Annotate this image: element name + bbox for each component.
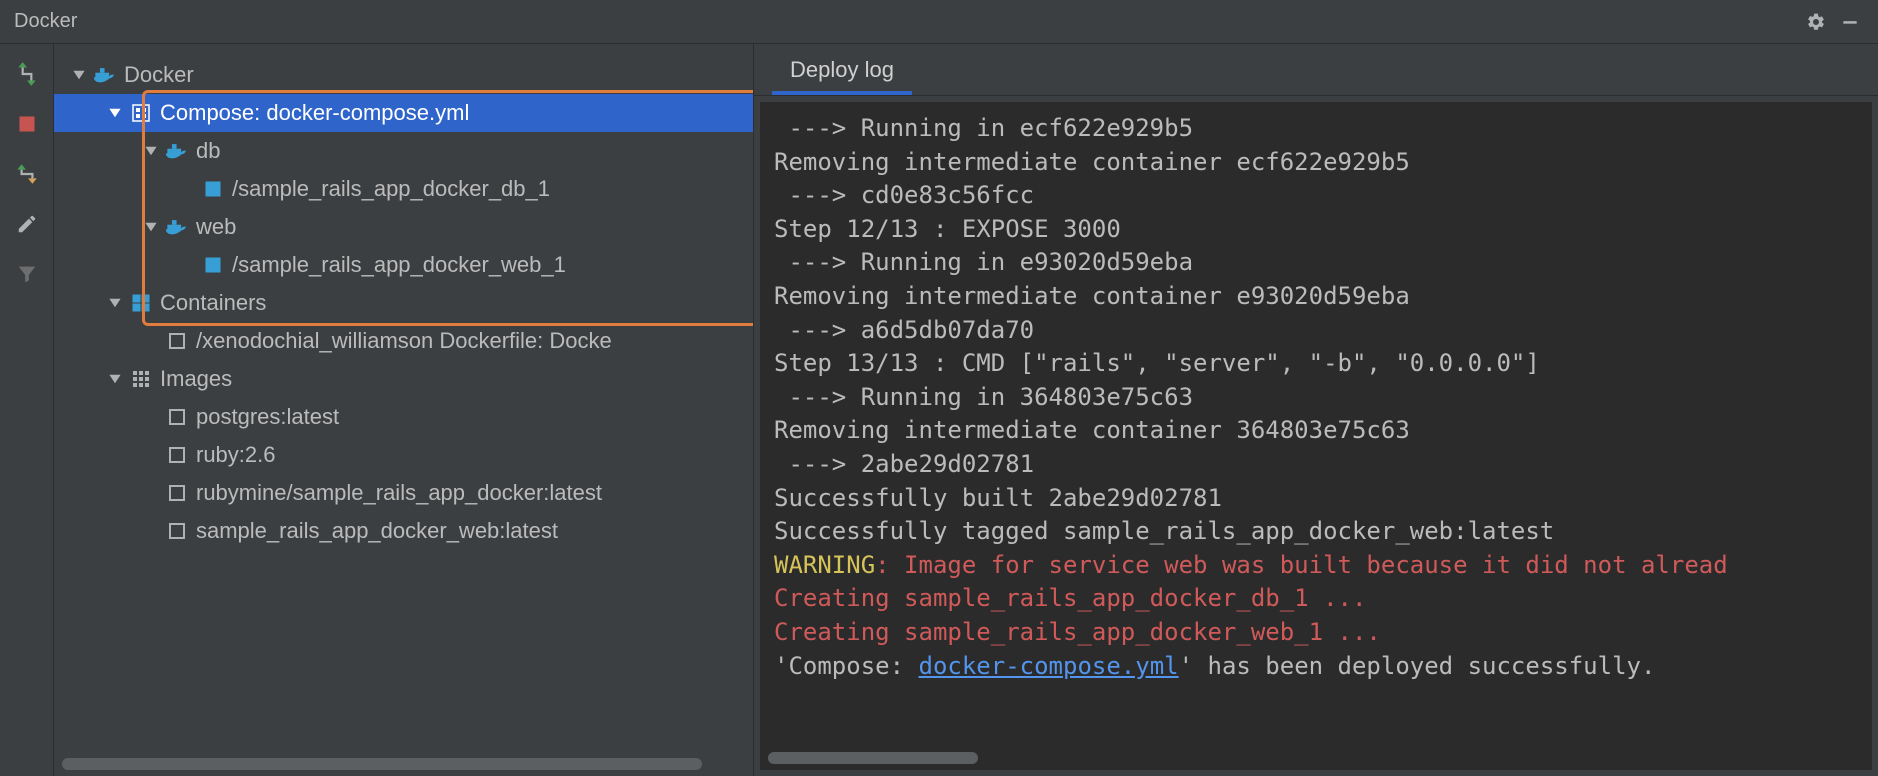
action-toolbar xyxy=(0,44,54,776)
chevron-down-icon xyxy=(106,294,124,312)
container-running-icon xyxy=(202,254,224,276)
tab-deploy-log[interactable]: Deploy log xyxy=(772,47,912,95)
tree-node-service-db[interactable]: db xyxy=(54,132,753,170)
node-label: /xenodochial_williamson Dockerfile: Dock… xyxy=(196,328,612,354)
pencil-icon xyxy=(16,213,38,235)
redeploy-icon xyxy=(14,161,40,187)
log-tabbar: Deploy log xyxy=(754,44,1878,96)
node-label: Images xyxy=(160,366,232,392)
panel-title: Docker xyxy=(14,10,1796,33)
log-pane: Deploy log ---> Running in ecf622e929b5R… xyxy=(754,44,1878,776)
node-label: /sample_rails_app_docker_db_1 xyxy=(232,176,550,202)
container-stopped-icon xyxy=(166,330,188,352)
tree-node-image[interactable]: ruby:2.6 xyxy=(54,436,753,474)
services-tree[interactable]: Docker Compose: docker-compose.yml xyxy=(54,44,753,752)
chevron-down-icon xyxy=(106,104,124,122)
docker-panel: Docker xyxy=(0,0,1878,776)
minimize-button[interactable] xyxy=(1836,8,1864,36)
titlebar: Docker xyxy=(0,0,1878,44)
tree-node-service-web[interactable]: web xyxy=(54,208,753,246)
chevron-down-icon xyxy=(142,218,160,236)
tree-node-container[interactable]: /xenodochial_williamson Dockerfile: Dock… xyxy=(54,322,753,360)
log-line: ---> Running in e93020d59eba xyxy=(774,246,1858,280)
chevron-down-icon xyxy=(70,66,88,84)
images-group-icon xyxy=(130,368,152,390)
log-line: Removing intermediate container e93020d5… xyxy=(774,280,1858,314)
image-icon xyxy=(166,444,188,466)
node-label: rubymine/sample_rails_app_docker:latest xyxy=(196,480,602,506)
node-label: sample_rails_app_docker_web:latest xyxy=(196,518,558,544)
node-label: ruby:2.6 xyxy=(196,442,276,468)
tree-node-containers[interactable]: Containers xyxy=(54,284,753,322)
deploy-icon xyxy=(14,61,40,87)
tree-node-images[interactable]: Images xyxy=(54,360,753,398)
log-line: Step 13/13 : CMD ["rails", "server", "-b… xyxy=(774,347,1858,381)
log-line: ---> a6d5db07da70 xyxy=(774,314,1858,348)
docker-icon xyxy=(166,216,188,238)
chevron-down-icon xyxy=(142,142,160,160)
settings-button[interactable] xyxy=(1802,8,1830,36)
tree-node-image[interactable]: rubymine/sample_rails_app_docker:latest xyxy=(54,474,753,512)
tree-node-container[interactable]: /sample_rails_app_docker_web_1 xyxy=(54,246,753,284)
tree-horizontal-scrollbar[interactable] xyxy=(54,752,753,776)
log-line: ---> cd0e83c56fcc xyxy=(774,179,1858,213)
deploy-log-output[interactable]: ---> Running in ecf622e929b5Removing int… xyxy=(760,102,1872,746)
log-horizontal-scrollbar[interactable] xyxy=(760,746,1872,770)
edit-button[interactable] xyxy=(11,208,43,240)
log-line: Successfully built 2abe29d02781 xyxy=(774,482,1858,516)
node-label: Containers xyxy=(160,290,266,316)
log-line: ---> Running in 364803e75c63 xyxy=(774,381,1858,415)
filter-icon xyxy=(16,263,38,285)
node-label: /sample_rails_app_docker_web_1 xyxy=(232,252,566,278)
tree-pane: Docker Compose: docker-compose.yml xyxy=(54,44,754,776)
redeploy-button[interactable] xyxy=(11,158,43,190)
filter-button[interactable] xyxy=(11,258,43,290)
log-line: Successfully tagged sample_rails_app_doc… xyxy=(774,515,1858,549)
tree-node-image[interactable]: sample_rails_app_docker_web:latest xyxy=(54,512,753,550)
node-label: Docker xyxy=(124,62,194,88)
node-label: Compose: docker-compose.yml xyxy=(160,100,469,126)
stop-button[interactable] xyxy=(11,108,43,140)
log-line: Removing intermediate container ecf622e9… xyxy=(774,146,1858,180)
tree-node-compose[interactable]: Compose: docker-compose.yml xyxy=(54,94,753,132)
docker-icon xyxy=(94,64,116,86)
docker-icon xyxy=(166,140,188,162)
node-label: db xyxy=(196,138,220,164)
log-line: 'Compose: docker-compose.yml' has been d… xyxy=(774,650,1858,684)
node-label: postgres:latest xyxy=(196,404,339,430)
log-line: WARNING: Image for service web was built… xyxy=(774,549,1858,583)
containers-group-icon xyxy=(130,292,152,314)
tree-node-docker[interactable]: Docker xyxy=(54,56,753,94)
chevron-down-icon xyxy=(106,370,124,388)
compose-icon xyxy=(130,102,152,124)
deploy-button[interactable] xyxy=(11,58,43,90)
tree-node-image[interactable]: postgres:latest xyxy=(54,398,753,436)
image-icon xyxy=(166,520,188,542)
node-label: web xyxy=(196,214,236,240)
log-line: Creating sample_rails_app_docker_db_1 ..… xyxy=(774,582,1858,616)
minimize-icon xyxy=(1840,12,1860,32)
log-line: Step 12/13 : EXPOSE 3000 xyxy=(774,213,1858,247)
log-line: ---> Running in ecf622e929b5 xyxy=(774,112,1858,146)
stop-icon xyxy=(17,114,37,134)
container-running-icon xyxy=(202,178,224,200)
image-icon xyxy=(166,406,188,428)
tab-label: Deploy log xyxy=(790,57,894,82)
log-line: Creating sample_rails_app_docker_web_1 .… xyxy=(774,616,1858,650)
log-line: Removing intermediate container 364803e7… xyxy=(774,414,1858,448)
log-line: ---> 2abe29d02781 xyxy=(774,448,1858,482)
tree-node-container[interactable]: /sample_rails_app_docker_db_1 xyxy=(54,170,753,208)
image-icon xyxy=(166,482,188,504)
gear-icon xyxy=(1806,12,1826,32)
